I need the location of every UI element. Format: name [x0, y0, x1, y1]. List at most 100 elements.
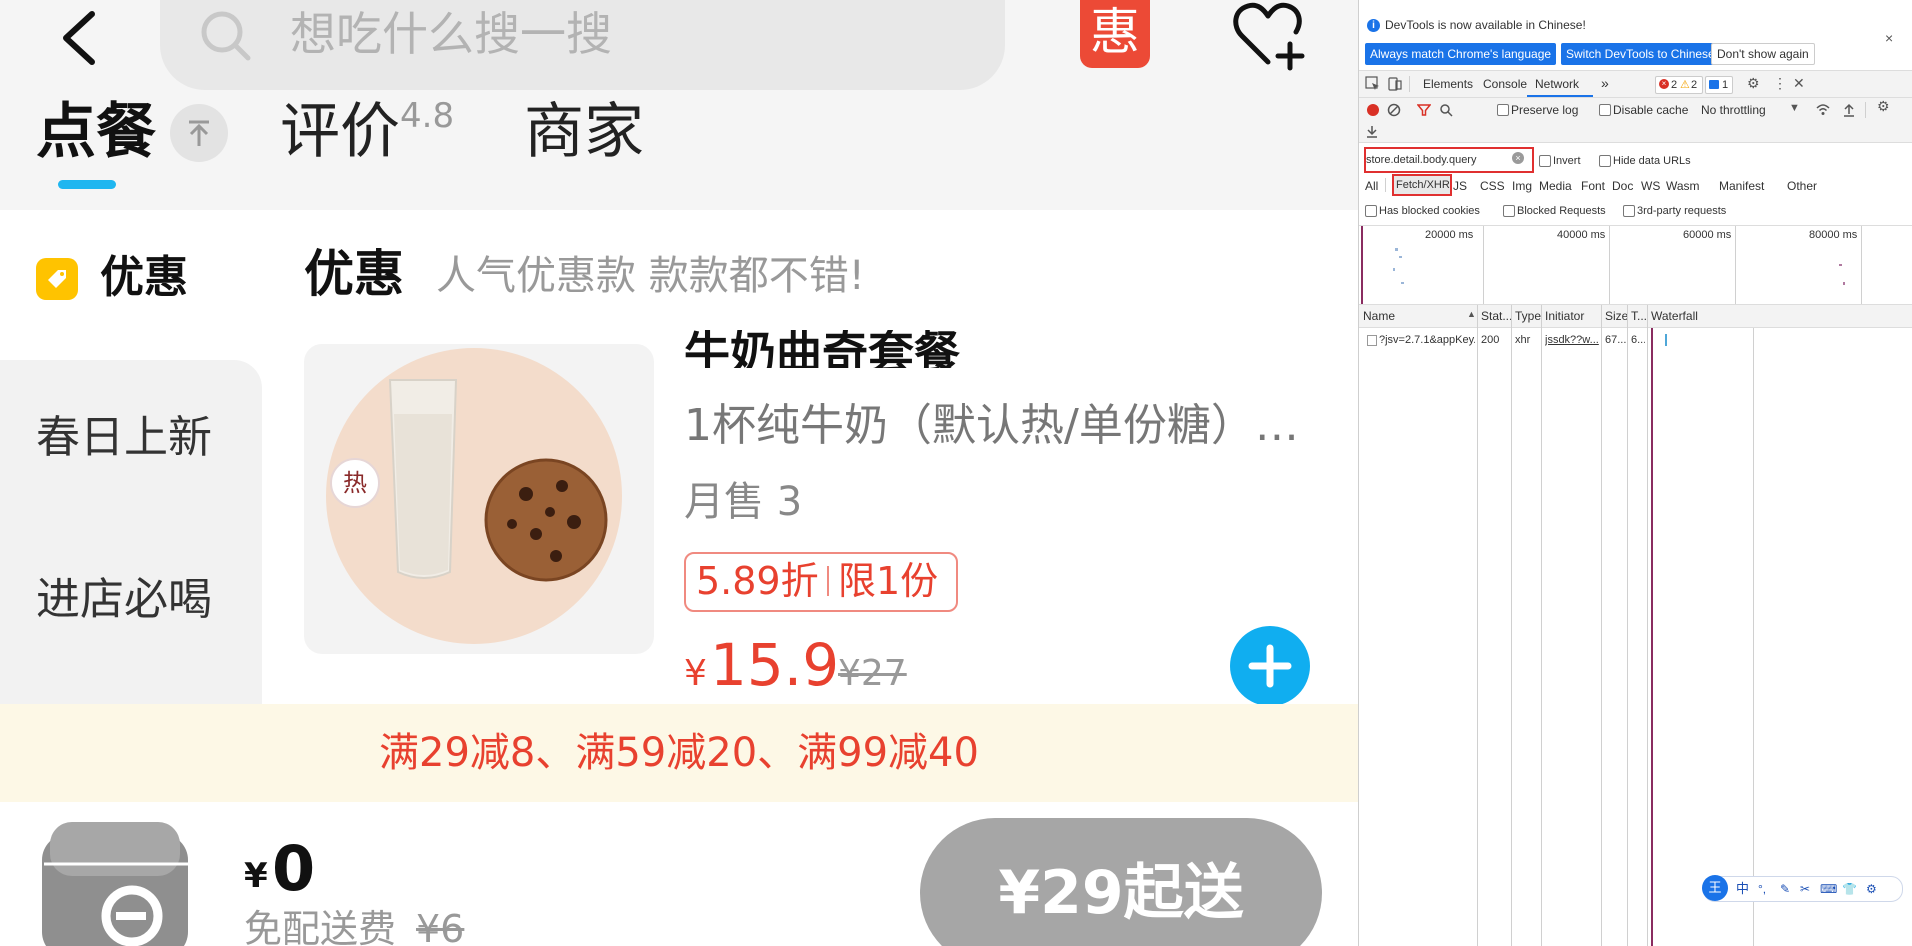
tab-elements[interactable]: Elements [1423, 74, 1473, 94]
column-name[interactable]: Name [1363, 305, 1395, 327]
min-order-button[interactable]: ¥29起送 [920, 818, 1322, 946]
sort-ascending-icon[interactable]: ▲ [1467, 309, 1476, 319]
third-party-checkbox[interactable] [1623, 205, 1635, 217]
record-icon[interactable] [1367, 104, 1379, 116]
inspect-element-icon[interactable] [1365, 76, 1381, 92]
throttling-select[interactable]: No throttling [1701, 102, 1766, 118]
filter-css[interactable]: CSS [1480, 178, 1505, 194]
tab-console[interactable]: Console [1483, 74, 1527, 94]
import-har-icon[interactable] [1841, 102, 1857, 118]
close-devtools-icon[interactable]: ✕ [1793, 73, 1805, 93]
network-settings-icon[interactable]: ⚙ [1877, 96, 1890, 116]
tag-icon [36, 258, 78, 300]
sidebar-item-label[interactable]: 优惠 [100, 250, 188, 306]
table-row[interactable]: ?jsv=2.7.1&appKey... 200 xhr jssdk??w...… [1359, 330, 1912, 350]
tab-order[interactable]: 点餐 [36, 92, 156, 172]
hot-badge: 热 [330, 458, 380, 508]
scroll-top-button[interactable] [170, 104, 228, 162]
timeline-marker [1361, 226, 1363, 304]
ime-chinese-mode[interactable]: 中 [1736, 879, 1749, 899]
timeline-tick: 20000 ms [1425, 229, 1474, 241]
timeline-tick: 80000 ms [1809, 229, 1858, 241]
ime-keyboard[interactable]: ⌨ [1820, 879, 1837, 899]
waterfall-bar [1665, 334, 1667, 346]
blocked-requests-checkbox[interactable] [1503, 205, 1515, 217]
filter-manifest[interactable]: Manifest [1719, 178, 1764, 194]
invert-checkbox[interactable] [1539, 155, 1551, 167]
filter-other[interactable]: Other [1787, 178, 1817, 194]
network-conditions-icon[interactable] [1815, 102, 1831, 118]
shopping-bag-icon[interactable] [36, 816, 196, 946]
clear-icon[interactable] [1387, 103, 1401, 117]
tab-network[interactable]: Network [1535, 74, 1579, 94]
disable-cache-checkbox[interactable] [1599, 104, 1611, 116]
delivery-fee-label: 免配送费 [244, 907, 397, 946]
purchase-limit: 限1份 [838, 559, 939, 603]
column-type[interactable]: Type [1515, 305, 1541, 327]
filter-media[interactable]: Media [1539, 178, 1572, 194]
ime-settings[interactable]: ⚙ [1866, 879, 1877, 899]
discount-badge-button[interactable]: 惠 [1080, 0, 1150, 68]
price-currency: ¥ [684, 653, 707, 694]
issues-counter[interactable]: × 2 ⚠ 2 [1655, 76, 1703, 94]
settings-gear-icon[interactable]: ⚙ [1747, 73, 1760, 93]
export-har-icon[interactable] [1365, 124, 1379, 138]
filter-ws[interactable]: WS [1641, 178, 1660, 194]
timeline-tick: 60000 ms [1683, 229, 1732, 241]
preserve-log-label: Preserve log [1511, 103, 1579, 117]
dont-show-again-button[interactable]: Don't show again [1711, 43, 1815, 65]
product-name[interactable]: 牛奶曲奇套餐 [684, 330, 960, 368]
tab-merchant[interactable]: 商家 [524, 92, 644, 172]
close-notice-icon[interactable]: × [1885, 30, 1893, 46]
filter-doc[interactable]: Doc [1612, 178, 1633, 194]
add-to-cart-button[interactable] [1230, 626, 1310, 706]
filter-fetch-xhr[interactable]: Fetch/XHR [1392, 174, 1452, 196]
devtools-panel: i DevTools is now available in Chinese! … [1358, 0, 1912, 946]
filter-js[interactable]: JS [1453, 178, 1467, 194]
filter-icon[interactable] [1417, 103, 1431, 117]
column-size[interactable]: Size [1605, 305, 1628, 327]
filter-all[interactable]: All [1365, 178, 1378, 194]
column-time[interactable]: T... [1631, 305, 1647, 327]
request-name[interactable]: ?jsv=2.7.1&appKey... [1379, 330, 1475, 350]
column-waterfall[interactable]: Waterfall [1651, 305, 1698, 327]
ime-punctuation[interactable]: °, [1758, 879, 1766, 899]
blocked-requests-label: Blocked Requests [1517, 205, 1606, 217]
favorite-add-icon[interactable] [1228, 0, 1308, 72]
network-overview[interactable]: 20000 ms 40000 ms 60000 ms 80000 ms [1359, 226, 1912, 305]
ime-skin[interactable]: 👕 [1842, 879, 1857, 899]
switch-to-chinese-button[interactable]: Switch DevTools to Chinese [1561, 43, 1720, 65]
sidebar-item-spring-new[interactable]: 春日上新 [36, 410, 212, 466]
error-count: 2 [1671, 79, 1678, 91]
hide-data-urls-checkbox[interactable] [1599, 155, 1611, 167]
ime-handwriting[interactable]: ✎ [1780, 879, 1790, 899]
product-description: 1杯纯牛奶（默认热/单份糖）… [684, 400, 1299, 451]
request-initiator-link[interactable]: jssdk??w... [1545, 330, 1599, 350]
product-price: 15.9 [710, 631, 840, 699]
search-icon[interactable] [1439, 103, 1453, 117]
request-type: xhr [1515, 334, 1531, 346]
column-status[interactable]: Stat... [1481, 305, 1512, 327]
always-match-language-button[interactable]: Always match Chrome's language [1365, 43, 1557, 65]
discount-rate: 5.89折 [696, 559, 819, 603]
search-placeholder[interactable]: 想吃什么搜一搜 [290, 6, 612, 62]
column-initiator[interactable]: Initiator [1545, 305, 1584, 327]
clear-filter-icon[interactable]: × [1512, 152, 1524, 164]
device-toolbar-icon[interactable] [1387, 76, 1403, 92]
tab-reviews[interactable]: 评价 [280, 92, 400, 172]
ime-logo[interactable]: 王 [1702, 875, 1728, 901]
back-arrow-icon[interactable] [52, 8, 112, 68]
mobile-app-view: 想吃什么搜一搜 惠 点餐 评价 4.8 商家 优惠 春日上新 进店必喝 优惠 人… [0, 0, 1358, 946]
sidebar-item-must-drink[interactable]: 进店必喝 [36, 572, 212, 628]
filter-wasm[interactable]: Wasm [1666, 178, 1700, 194]
chevron-down-icon[interactable]: ▼ [1789, 100, 1800, 116]
messages-counter[interactable]: 1 [1705, 76, 1733, 94]
filter-img[interactable]: Img [1512, 178, 1532, 194]
filter-font[interactable]: Font [1581, 178, 1605, 194]
more-options-icon[interactable]: ⋮ [1773, 73, 1787, 93]
has-blocked-cookies-checkbox[interactable] [1365, 205, 1377, 217]
filter-input[interactable]: store.detail.body.query × [1364, 147, 1534, 173]
preserve-log-checkbox[interactable] [1497, 104, 1509, 116]
ime-screenshot[interactable]: ✂ [1800, 879, 1810, 899]
more-tabs-icon[interactable]: » [1601, 73, 1609, 93]
